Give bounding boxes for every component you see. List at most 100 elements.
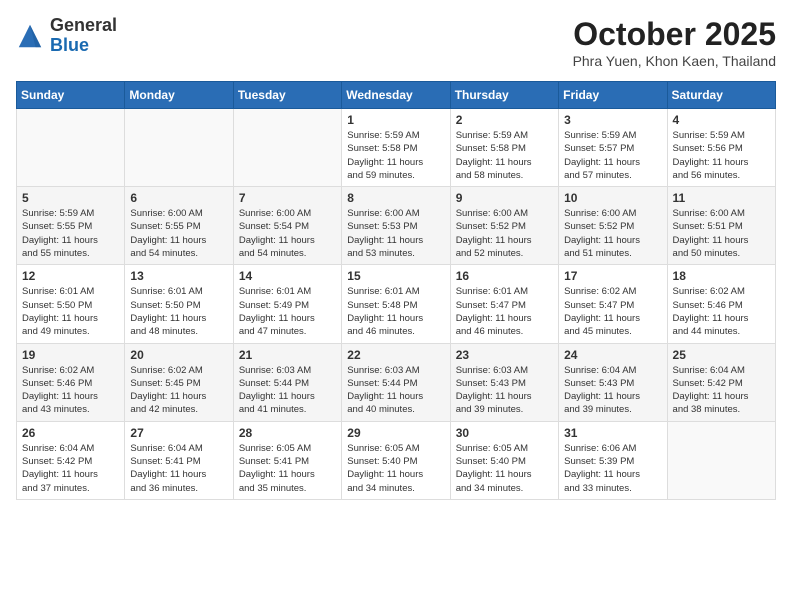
calendar-week-row: 19 Sunrise: 6:02 AM Sunset: 5:46 PM Dayli… bbox=[17, 343, 776, 421]
day-number: 3 bbox=[564, 113, 661, 127]
day-number: 9 bbox=[456, 191, 553, 205]
day-info: Sunrise: 6:00 AM Sunset: 5:54 PM Dayligh… bbox=[239, 207, 336, 260]
calendar-cell bbox=[233, 109, 341, 187]
day-info: Sunrise: 6:02 AM Sunset: 5:47 PM Dayligh… bbox=[564, 285, 661, 338]
day-number: 14 bbox=[239, 269, 336, 283]
calendar-cell: 11 Sunrise: 6:00 AM Sunset: 5:51 PM Dayli… bbox=[667, 187, 775, 265]
day-number: 15 bbox=[347, 269, 444, 283]
weekday-header: Saturday bbox=[667, 82, 775, 109]
calendar-cell: 5 Sunrise: 5:59 AM Sunset: 5:55 PM Daylig… bbox=[17, 187, 125, 265]
day-number: 7 bbox=[239, 191, 336, 205]
day-info: Sunrise: 6:06 AM Sunset: 5:39 PM Dayligh… bbox=[564, 442, 661, 495]
calendar-table: SundayMondayTuesdayWednesdayThursdayFrid… bbox=[16, 81, 776, 500]
day-info: Sunrise: 6:01 AM Sunset: 5:47 PM Dayligh… bbox=[456, 285, 553, 338]
day-number: 10 bbox=[564, 191, 661, 205]
calendar-cell: 21 Sunrise: 6:03 AM Sunset: 5:44 PM Dayli… bbox=[233, 343, 341, 421]
day-number: 23 bbox=[456, 348, 553, 362]
day-number: 4 bbox=[673, 113, 770, 127]
weekday-header: Thursday bbox=[450, 82, 558, 109]
day-info: Sunrise: 6:05 AM Sunset: 5:41 PM Dayligh… bbox=[239, 442, 336, 495]
calendar-cell: 4 Sunrise: 5:59 AM Sunset: 5:56 PM Daylig… bbox=[667, 109, 775, 187]
page-header: General Blue October 2025 Phra Yuen, Kho… bbox=[16, 16, 776, 69]
day-info: Sunrise: 6:01 AM Sunset: 5:49 PM Dayligh… bbox=[239, 285, 336, 338]
day-info: Sunrise: 6:04 AM Sunset: 5:42 PM Dayligh… bbox=[22, 442, 119, 495]
day-number: 28 bbox=[239, 426, 336, 440]
day-number: 27 bbox=[130, 426, 227, 440]
logo-text: General Blue bbox=[50, 16, 117, 56]
calendar-cell: 27 Sunrise: 6:04 AM Sunset: 5:41 PM Dayli… bbox=[125, 421, 233, 499]
calendar-cell: 13Sunrise: 6:01 AM Sunset: 5:50 PM Dayli… bbox=[125, 265, 233, 343]
logo-blue: Blue bbox=[50, 35, 89, 55]
day-number: 11 bbox=[673, 191, 770, 205]
calendar-week-row: 26Sunrise: 6:04 AM Sunset: 5:42 PM Dayli… bbox=[17, 421, 776, 499]
calendar-cell bbox=[667, 421, 775, 499]
calendar-cell: 24Sunrise: 6:04 AM Sunset: 5:43 PM Dayli… bbox=[559, 343, 667, 421]
day-info: Sunrise: 6:03 AM Sunset: 5:43 PM Dayligh… bbox=[456, 364, 553, 417]
day-info: Sunrise: 6:05 AM Sunset: 5:40 PM Dayligh… bbox=[456, 442, 553, 495]
day-info: Sunrise: 5:59 AM Sunset: 5:55 PM Dayligh… bbox=[22, 207, 119, 260]
day-number: 1 bbox=[347, 113, 444, 127]
day-info: Sunrise: 6:04 AM Sunset: 5:42 PM Dayligh… bbox=[673, 364, 770, 417]
day-info: Sunrise: 6:02 AM Sunset: 5:46 PM Dayligh… bbox=[22, 364, 119, 417]
day-info: Sunrise: 6:00 AM Sunset: 5:53 PM Dayligh… bbox=[347, 207, 444, 260]
day-number: 30 bbox=[456, 426, 553, 440]
calendar-cell: 8Sunrise: 6:00 AM Sunset: 5:53 PM Daylig… bbox=[342, 187, 450, 265]
day-info: Sunrise: 6:00 AM Sunset: 5:51 PM Dayligh… bbox=[673, 207, 770, 260]
day-number: 16 bbox=[456, 269, 553, 283]
day-info: Sunrise: 6:00 AM Sunset: 5:55 PM Dayligh… bbox=[130, 207, 227, 260]
weekday-header: Sunday bbox=[17, 82, 125, 109]
logo-icon bbox=[16, 22, 44, 50]
calendar-cell: 2Sunrise: 5:59 AM Sunset: 5:58 PM Daylig… bbox=[450, 109, 558, 187]
calendar-cell: 31 Sunrise: 6:06 AM Sunset: 5:39 PM Dayli… bbox=[559, 421, 667, 499]
day-number: 20 bbox=[130, 348, 227, 362]
day-info: Sunrise: 6:00 AM Sunset: 5:52 PM Dayligh… bbox=[456, 207, 553, 260]
calendar-cell: 23 Sunrise: 6:03 AM Sunset: 5:43 PM Dayli… bbox=[450, 343, 558, 421]
day-info: Sunrise: 6:04 AM Sunset: 5:41 PM Dayligh… bbox=[130, 442, 227, 495]
day-number: 17 bbox=[564, 269, 661, 283]
calendar-cell: 9 Sunrise: 6:00 AM Sunset: 5:52 PM Daylig… bbox=[450, 187, 558, 265]
day-number: 25 bbox=[673, 348, 770, 362]
day-info: Sunrise: 6:02 AM Sunset: 5:46 PM Dayligh… bbox=[673, 285, 770, 338]
calendar-cell: 28 Sunrise: 6:05 AM Sunset: 5:41 PM Dayli… bbox=[233, 421, 341, 499]
day-number: 2 bbox=[456, 113, 553, 127]
weekday-header: Friday bbox=[559, 82, 667, 109]
day-number: 21 bbox=[239, 348, 336, 362]
day-info: Sunrise: 5:59 AM Sunset: 5:58 PM Dayligh… bbox=[347, 129, 444, 182]
title-block: October 2025 Phra Yuen, Khon Kaen, Thail… bbox=[573, 16, 776, 69]
calendar-week-row: 1 Sunrise: 5:59 AM Sunset: 5:58 PM Daylig… bbox=[17, 109, 776, 187]
day-number: 22 bbox=[347, 348, 444, 362]
day-info: Sunrise: 6:03 AM Sunset: 5:44 PM Dayligh… bbox=[239, 364, 336, 417]
day-info: Sunrise: 6:02 AM Sunset: 5:45 PM Dayligh… bbox=[130, 364, 227, 417]
calendar-cell bbox=[125, 109, 233, 187]
location: Phra Yuen, Khon Kaen, Thailand bbox=[573, 53, 776, 69]
calendar-cell: 30 Sunrise: 6:05 AM Sunset: 5:40 PM Dayli… bbox=[450, 421, 558, 499]
logo: General Blue bbox=[16, 16, 117, 56]
day-info: Sunrise: 6:00 AM Sunset: 5:52 PM Dayligh… bbox=[564, 207, 661, 260]
calendar-cell: 14 Sunrise: 6:01 AM Sunset: 5:49 PM Dayli… bbox=[233, 265, 341, 343]
calendar-cell: 15Sunrise: 6:01 AM Sunset: 5:48 PM Dayli… bbox=[342, 265, 450, 343]
calendar-cell: 17 Sunrise: 6:02 AM Sunset: 5:47 PM Dayli… bbox=[559, 265, 667, 343]
day-number: 19 bbox=[22, 348, 119, 362]
calendar-header-row: SundayMondayTuesdayWednesdayThursdayFrid… bbox=[17, 82, 776, 109]
calendar-cell: 16 Sunrise: 6:01 AM Sunset: 5:47 PM Dayli… bbox=[450, 265, 558, 343]
logo-general: General bbox=[50, 15, 117, 35]
weekday-header: Monday bbox=[125, 82, 233, 109]
day-number: 29 bbox=[347, 426, 444, 440]
day-number: 31 bbox=[564, 426, 661, 440]
calendar-cell: 25 Sunrise: 6:04 AM Sunset: 5:42 PM Dayli… bbox=[667, 343, 775, 421]
calendar-cell: 6 Sunrise: 6:00 AM Sunset: 5:55 PM Daylig… bbox=[125, 187, 233, 265]
day-number: 5 bbox=[22, 191, 119, 205]
weekday-header: Wednesday bbox=[342, 82, 450, 109]
day-info: Sunrise: 5:59 AM Sunset: 5:56 PM Dayligh… bbox=[673, 129, 770, 182]
calendar-cell: 18Sunrise: 6:02 AM Sunset: 5:46 PM Dayli… bbox=[667, 265, 775, 343]
calendar-cell: 20 Sunrise: 6:02 AM Sunset: 5:45 PM Dayli… bbox=[125, 343, 233, 421]
day-number: 13 bbox=[130, 269, 227, 283]
calendar-cell: 7 Sunrise: 6:00 AM Sunset: 5:54 PM Daylig… bbox=[233, 187, 341, 265]
calendar-cell: 10 Sunrise: 6:00 AM Sunset: 5:52 PM Dayli… bbox=[559, 187, 667, 265]
weekday-header: Tuesday bbox=[233, 82, 341, 109]
day-info: Sunrise: 6:05 AM Sunset: 5:40 PM Dayligh… bbox=[347, 442, 444, 495]
day-number: 12 bbox=[22, 269, 119, 283]
day-number: 6 bbox=[130, 191, 227, 205]
calendar-cell: 29 Sunrise: 6:05 AM Sunset: 5:40 PM Dayli… bbox=[342, 421, 450, 499]
calendar-cell: 22Sunrise: 6:03 AM Sunset: 5:44 PM Dayli… bbox=[342, 343, 450, 421]
